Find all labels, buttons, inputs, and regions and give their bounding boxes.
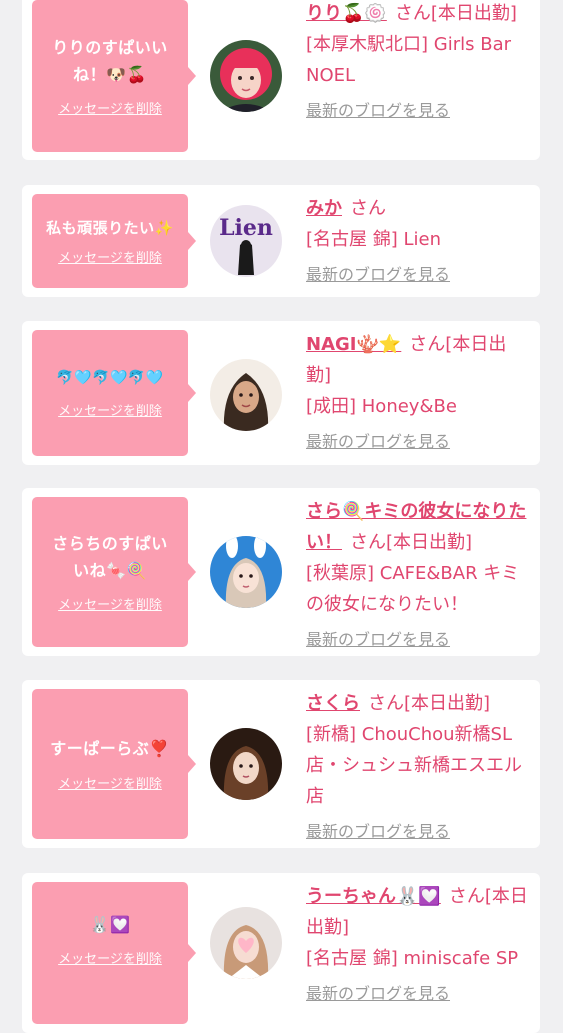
latest-blog-link[interactable]: 最新のブログを見る	[306, 95, 530, 126]
message-text: 私も頑張りたい✨	[46, 219, 174, 238]
cast-name-link[interactable]: NAGI🪸⭐	[306, 334, 401, 355]
message-bubble: 私も頑張りたい✨ メッセージを削除	[32, 194, 196, 288]
honorific: さん	[448, 886, 485, 907]
cast-info: りり🍒🍥 さん[本日出勤] [本厚木駅北口] Girls Bar NOEL 最新の…	[306, 0, 530, 126]
avatar[interactable]	[210, 40, 282, 112]
shop-text: [本厚木駅北口] Girls Bar NOEL	[306, 34, 511, 86]
message-bubble: 🐬🩵🐬🩵🐬🩵 メッセージを削除	[32, 330, 196, 456]
status-text: [本日出勤]	[404, 693, 491, 714]
cast-name-link[interactable]: さくら	[306, 693, 360, 714]
honorific: さん	[394, 3, 431, 24]
honorific: さん	[350, 532, 386, 553]
delete-message-link[interactable]: メッセージを削除	[58, 773, 162, 792]
cast-card: 🐬🩵🐬🩵🐬🩵 メッセージを削除 NAGI🪸⭐ さん[本日出勤] [成田] Hone…	[22, 321, 540, 465]
message-text: 🐰💟	[89, 915, 131, 934]
shop-text: [成田] Honey&Be	[306, 396, 457, 417]
delete-message-link[interactable]: メッセージを削除	[58, 948, 162, 967]
latest-blog-link[interactable]: 最新のブログを見る	[306, 426, 530, 457]
delete-message-link[interactable]: メッセージを削除	[58, 247, 162, 266]
avatar[interactable]	[210, 359, 282, 431]
message-bubble: りりのすぱいいね！🐶🍒 メッセージを削除	[32, 0, 196, 152]
message-text: すーぱーらぶ❣️	[50, 739, 170, 759]
honorific: さん	[368, 693, 404, 714]
delete-message-link[interactable]: メッセージを削除	[58, 98, 162, 117]
svg-text:Lien: Lien	[219, 215, 273, 241]
avatar[interactable]: Lien	[210, 205, 282, 277]
message-bubble: 🐰💟 メッセージを削除	[32, 882, 196, 1024]
cast-info: みか さん [名古屋 錦] Lien 最新のブログを見る	[306, 193, 530, 290]
message-text: さらちのすぱいいね🍬🍭	[52, 534, 168, 580]
cast-card: すーぱーらぶ❣️ メッセージを削除 さくら さん[本日出勤] [新橋] ChouC…	[22, 680, 540, 848]
delete-message-link[interactable]: メッセージを削除	[58, 400, 162, 419]
cast-name-link[interactable]: みか	[306, 198, 342, 219]
message-text: 🐬🩵🐬🩵🐬🩵	[56, 369, 164, 386]
shop-text: [秋葉原] CAFE&BAR キミの彼女になりたい！	[306, 563, 520, 615]
avatar[interactable]	[210, 536, 282, 608]
cast-info: NAGI🪸⭐ さん[本日出勤] [成田] Honey&Be 最新のブログを見る	[306, 329, 530, 457]
latest-blog-link[interactable]: 最新のブログを見る	[306, 624, 530, 655]
cast-card: りりのすぱいいね！🐶🍒 メッセージを削除 りり🍒🍥 さん[本日出勤] [本厚木駅北…	[22, 0, 540, 160]
message-text: りりのすぱいいね！🐶🍒	[52, 38, 168, 84]
shop-text: [名古屋 錦] miniscafe SP	[306, 948, 519, 969]
latest-blog-link[interactable]: 最新のブログを見る	[306, 978, 530, 1009]
cast-card: 私も頑張りたい✨ メッセージを削除 Lien みか さん [名古屋 錦] Lien…	[22, 185, 540, 297]
cast-card: さらちのすぱいいね🍬🍭 メッセージを削除 さら🍭キミの彼女になりたい！ さん[本日…	[22, 488, 540, 656]
shop-text: [名古屋 錦] Lien	[306, 229, 441, 250]
delete-message-link[interactable]: メッセージを削除	[58, 594, 162, 613]
avatar[interactable]	[210, 907, 282, 979]
status-text: [本日出勤]	[386, 532, 473, 553]
shop-text: [新橋] ChouChou新橋SL店・シュシュ新橋エスエル店	[306, 724, 522, 807]
cast-name-link[interactable]: うーちゃん🐰💟	[306, 886, 441, 907]
cast-card: 🐰💟 メッセージを削除 うーちゃん🐰💟 さん[本日出勤] [名古屋 錦] mini…	[22, 873, 540, 1033]
honorific: さん	[409, 334, 446, 355]
message-bubble: さらちのすぱいいね🍬🍭 メッセージを削除	[32, 497, 196, 647]
avatar[interactable]	[210, 728, 282, 800]
message-bubble: すーぱーらぶ❣️ メッセージを削除	[32, 689, 196, 839]
honorific: さん	[350, 198, 386, 219]
latest-blog-link[interactable]: 最新のブログを見る	[306, 259, 530, 290]
cast-info: さら🍭キミの彼女になりたい！ さん[本日出勤] [秋葉原] CAFE&BAR キミ…	[306, 496, 530, 655]
status-text: [本日出勤]	[430, 3, 517, 24]
cast-info: さくら さん[本日出勤] [新橋] ChouChou新橋SL店・シュシュ新橋エスエ…	[306, 688, 530, 847]
cast-name-link[interactable]: りり🍒🍥	[306, 3, 387, 24]
cast-info: うーちゃん🐰💟 さん[本日出勤] [名古屋 錦] miniscafe SP 最新の…	[306, 881, 530, 1009]
latest-blog-link[interactable]: 最新のブログを見る	[306, 816, 530, 847]
